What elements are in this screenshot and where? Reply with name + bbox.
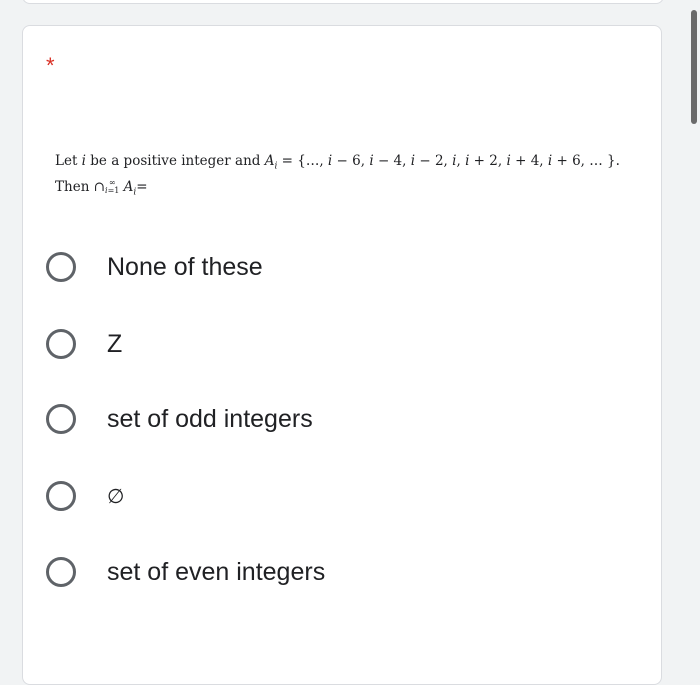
option-set-of-even-integers[interactable]: set of even integers xyxy=(46,552,325,592)
radio-button[interactable] xyxy=(46,329,76,359)
option-none-of-these[interactable]: None of these xyxy=(46,247,263,287)
vertical-scrollbar[interactable] xyxy=(689,0,697,660)
question-line-2: Then ∩ ∞ i=1 Ai= xyxy=(55,178,148,198)
option-label: ∅ xyxy=(107,485,125,508)
radio-button[interactable] xyxy=(46,404,76,434)
option-label: None of these xyxy=(107,252,263,281)
option-empty-set[interactable]: ∅ xyxy=(46,476,124,516)
scrollbar-thumb[interactable] xyxy=(691,10,697,124)
option-set-of-odd-integers[interactable]: set of odd integers xyxy=(46,399,313,439)
option-label: set of odd integers xyxy=(107,404,313,433)
question-text: Let i be a positive integer and Ai = {…,… xyxy=(55,151,625,202)
required-asterisk: * xyxy=(46,53,55,78)
option-label: Z xyxy=(107,329,123,358)
radio-button[interactable] xyxy=(46,252,76,282)
option-z[interactable]: Z xyxy=(46,324,122,364)
radio-button[interactable] xyxy=(46,481,76,511)
question-line-1: Let i be a positive integer and Ai = {…,… xyxy=(55,153,620,172)
radio-button[interactable] xyxy=(46,557,76,587)
previous-card-edge xyxy=(22,0,664,4)
option-label: set of even integers xyxy=(107,557,326,586)
